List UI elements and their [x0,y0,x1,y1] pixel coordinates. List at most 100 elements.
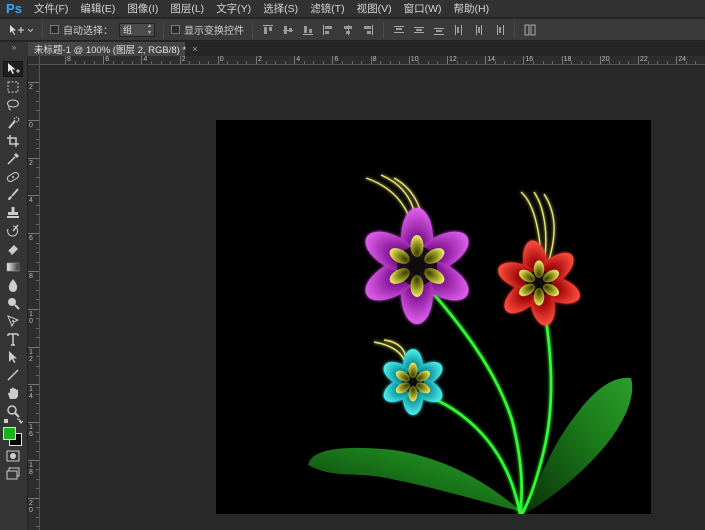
ruler-tick [179,56,181,64]
ruler-label: 6 [105,56,110,63]
close-icon[interactable]: × [192,44,197,54]
menu-type[interactable]: 文字(Y) [210,0,257,18]
ruler-label: 1 0 [29,310,33,325]
pen-tool-icon[interactable] [3,313,23,329]
ruler-minor-tick [36,516,39,518]
ruler-tick [599,56,601,64]
crop-tool-icon[interactable] [3,133,23,149]
quick-mask-icon[interactable] [3,448,23,464]
clone-stamp-tool-icon[interactable] [3,205,23,221]
align-left-icon[interactable] [321,23,335,37]
ruler-minor-tick [303,61,305,64]
distribute-hcenter-icon[interactable] [472,23,486,37]
foreground-color-swatch[interactable] [3,427,16,440]
ruler-label: 1 6 [29,424,33,439]
align-bottom-icon[interactable] [301,23,315,37]
distribute-bottom-icon[interactable] [432,23,446,37]
ruler-tick [28,460,39,461]
document-tab[interactable]: 未标题-1 @ 100% (图层 2, RGB/8) * × [28,42,197,56]
ruler-label: 4 [143,56,148,63]
show-transform-checkbox[interactable] [171,25,180,34]
align-hcenter-icon[interactable] [341,23,355,37]
auto-select-checkbox[interactable] [50,25,59,34]
screen-mode-icon[interactable] [3,466,23,482]
ruler-minor-tick [361,61,363,64]
auto-align-icon[interactable] [523,23,537,37]
ruler-tick [28,346,39,348]
ruler-minor-tick [418,61,420,64]
menu-edit[interactable]: 编辑(E) [74,0,121,18]
marquee-tool-icon[interactable] [3,79,23,95]
ruler-minor-tick [36,252,39,254]
ruler-minor-tick [609,61,611,64]
ruler-minor-tick [36,507,39,509]
healing-brush-tool-icon[interactable] [3,169,23,185]
ruler-tick [28,82,39,83]
ruler-minor-tick [284,61,286,64]
ruler-tick [256,56,257,64]
align-right-icon[interactable] [361,23,375,37]
type-tool-icon[interactable] [3,331,23,347]
align-vcenter-icon[interactable] [281,23,295,37]
red-flower [494,238,584,328]
menu-layer[interactable]: 图层(L) [164,0,210,18]
distribute-top-icon[interactable] [392,23,406,37]
gradient-tool-icon[interactable] [3,259,23,275]
lasso-tool-icon[interactable] [3,97,23,113]
ruler-tick [332,56,334,64]
eyedropper-tool-icon[interactable] [3,151,23,167]
vertical-ruler[interactable]: 2 0 2 4 6 8 1 0 1 2 1 4 1 6 1 8 2 0 [28,65,40,530]
ruler-minor-tick [399,61,401,64]
ruler-minor-tick [36,223,39,225]
document-canvas[interactable] [216,120,651,514]
ruler-minor-tick [36,138,39,140]
line-tool-icon[interactable] [3,367,23,383]
auto-select-dropdown[interactable]: 组 [119,22,155,37]
ruler-minor-tick [36,299,39,301]
menu-filter[interactable]: 滤镜(T) [304,0,350,18]
distribute-right-icon[interactable] [492,23,506,37]
ruler-minor-tick [552,61,554,64]
menu-select[interactable]: 选择(S) [257,0,304,18]
ruler-minor-tick [189,61,191,64]
ruler-tick [28,271,39,272]
ruler-tick [447,56,448,64]
toolbox-collapse-icon[interactable]: » [0,42,28,58]
menu-view[interactable]: 视图(V) [351,0,398,18]
blur-tool-icon[interactable] [3,277,23,293]
ruler-minor-tick [112,61,114,64]
ruler-minor-tick [322,61,324,64]
ruler-minor-tick [122,61,124,64]
move-tool-icon[interactable] [3,61,23,77]
hand-tool-icon[interactable] [3,385,23,401]
menu-image[interactable]: 图像(I) [121,0,164,18]
ruler-label: 2 [258,56,262,63]
ruler-minor-tick [150,61,152,64]
ruler-tick [638,56,639,64]
ruler-minor-tick [170,61,172,64]
auto-select-label: 自动选择： [63,26,113,37]
dodge-tool-icon[interactable] [3,295,23,311]
ruler-minor-tick [227,61,229,64]
eraser-tool-icon[interactable] [3,241,23,257]
tool-preset-picker[interactable] [8,23,34,37]
horizontal-ruler[interactable]: 8 6 4 2 0 2 4 6 8 10 12 14 16 18 20 22 24 [40,56,705,65]
brush-tool-icon[interactable] [3,187,23,203]
distribute-vcenter-icon[interactable] [412,23,426,37]
default-colors-icon[interactable] [3,417,23,427]
history-brush-tool-icon[interactable] [3,223,23,239]
menu-window[interactable]: 窗口(W) [398,0,448,18]
quick-selection-tool-icon[interactable] [3,115,23,131]
ruler-minor-tick [571,61,573,64]
align-top-icon[interactable] [261,23,275,37]
photoshop-logo: Ps [6,1,22,16]
menu-file[interactable]: 文件(F) [28,0,74,18]
ruler-tick [28,195,39,197]
menu-help[interactable]: 帮助(H) [448,0,496,18]
ruler-origin[interactable] [28,56,40,65]
ruler-label: 2 0 [29,499,33,514]
path-selection-tool-icon[interactable] [3,349,23,365]
distribute-left-icon[interactable] [452,23,466,37]
ruler-tick [485,56,487,64]
ruler-label: 4 [296,56,301,63]
